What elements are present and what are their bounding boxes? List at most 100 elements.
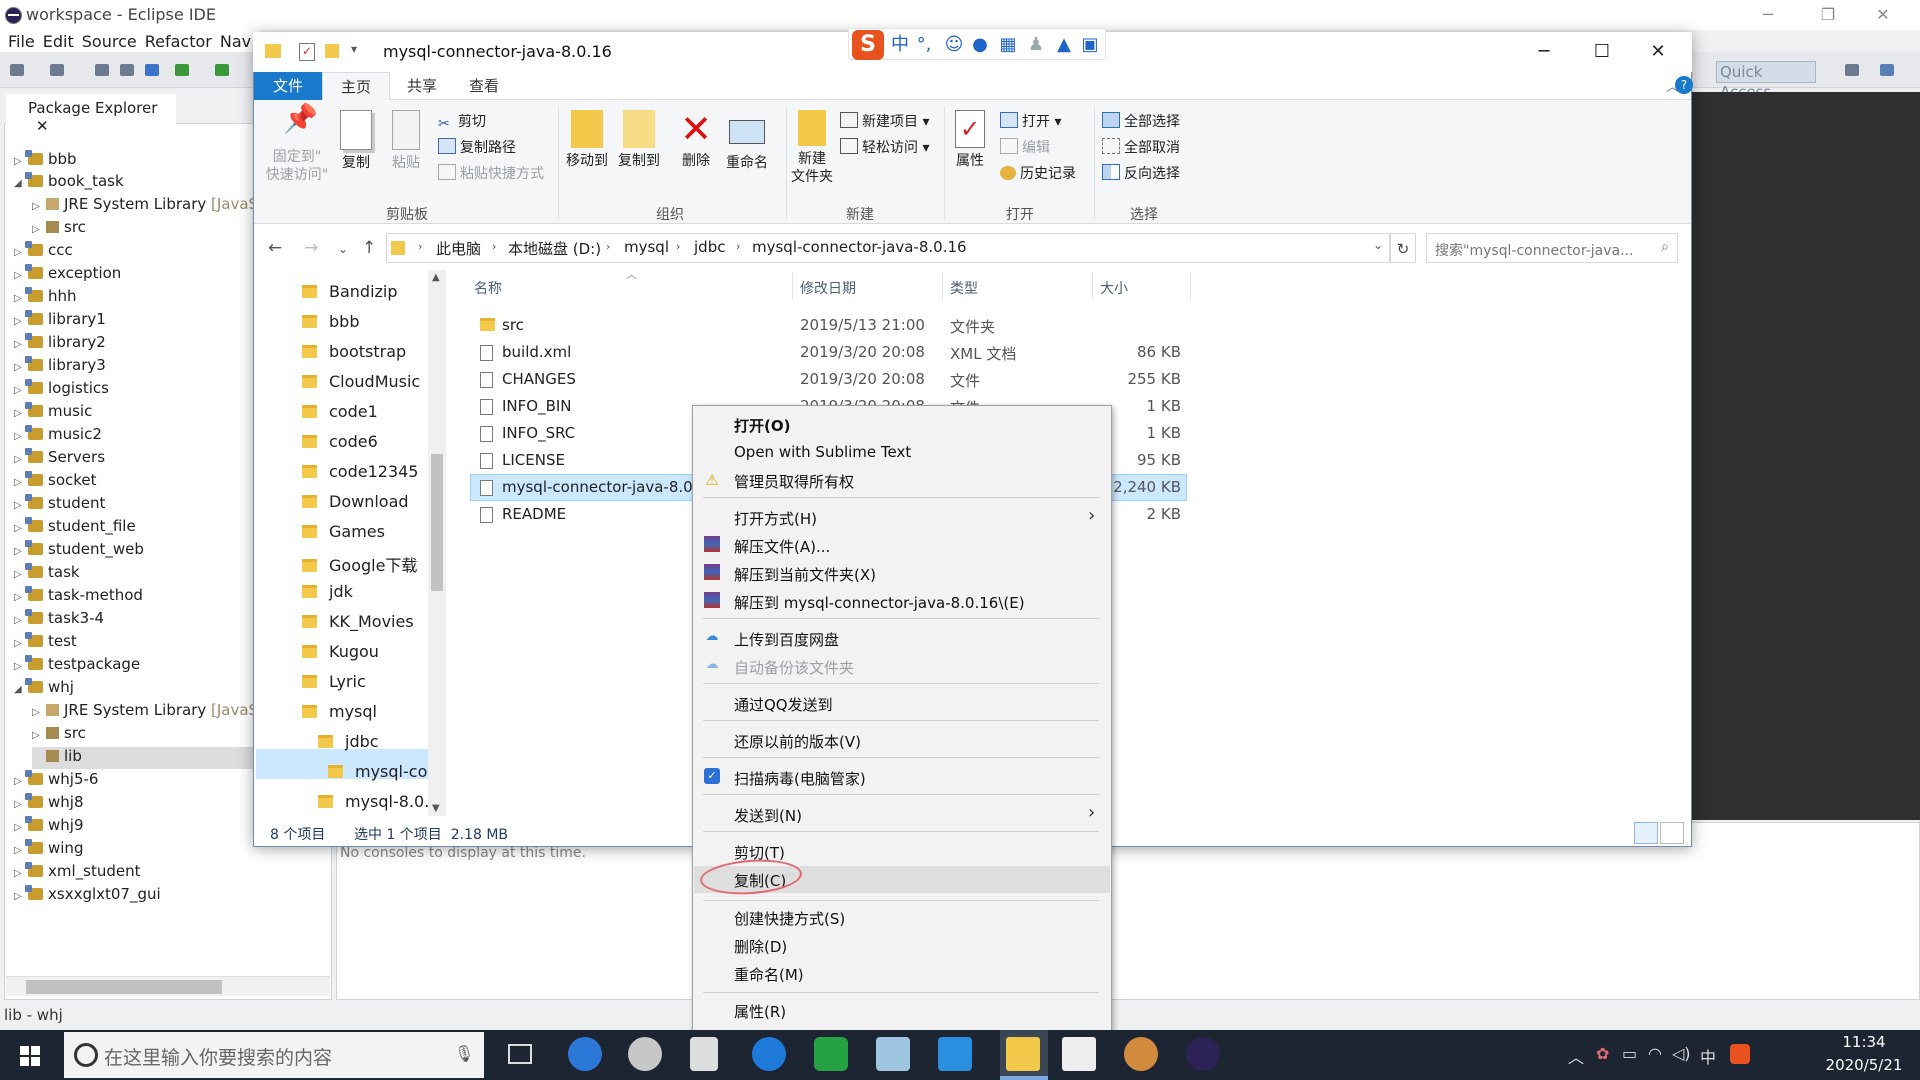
collapsed-chevron-icon[interactable]: ▷: [14, 546, 28, 557]
collapsed-chevron-icon[interactable]: ▷: [14, 845, 28, 856]
skin-icon[interactable]: ▲: [1054, 35, 1074, 55]
save-all-icon[interactable]: [95, 64, 109, 76]
quick-access-input[interactable]: Quick Access: [1716, 61, 1816, 101]
tab-file[interactable]: 文件: [254, 72, 322, 100]
paste-button[interactable]: 粘贴: [386, 110, 426, 172]
move-to-button[interactable]: 移动到: [562, 110, 612, 170]
debug-icon[interactable]: [145, 64, 159, 76]
collapsed-chevron-icon[interactable]: ▷: [14, 408, 28, 419]
collapsed-chevron-icon[interactable]: ▷: [14, 799, 28, 810]
nav-item-kugou[interactable]: Kugou: [302, 642, 428, 666]
column-header-date[interactable]: 修改日期: [800, 278, 856, 298]
java-perspective-icon[interactable]: [1880, 64, 1894, 76]
menu-item-create-shortcut[interactable]: 创建快捷方式(S): [734, 908, 845, 929]
tree-item-music[interactable]: ▷ music: [14, 402, 92, 424]
task-view-icon[interactable]: [508, 1044, 532, 1064]
collapsed-chevron-icon[interactable]: ▷: [32, 224, 46, 235]
breadcrumb-chevron-icon[interactable]: ›: [606, 240, 610, 253]
tree-item-whj9[interactable]: ▷ whj9: [14, 816, 84, 838]
tree-item-socket[interactable]: ▷ socket: [14, 471, 97, 493]
nav-item-mysql-conn[interactable]: mysql-conn: [328, 762, 428, 786]
user-icon[interactable]: ♟: [1026, 35, 1046, 55]
collapsed-chevron-icon[interactable]: ▷: [14, 247, 28, 258]
tree-item-servers[interactable]: ▷ Servers: [14, 448, 105, 470]
breadcrumb-current-folder[interactable]: mysql-connector-java-8.0.16: [752, 238, 967, 256]
expanded-chevron-icon[interactable]: ◢: [14, 684, 28, 695]
breadcrumb-jdbc[interactable]: jdbc: [694, 238, 725, 256]
keyboard-icon[interactable]: ▦: [998, 35, 1018, 55]
iqiyi-icon[interactable]: [814, 1037, 848, 1071]
collapsed-chevron-icon[interactable]: ▷: [14, 339, 28, 350]
menu-item-send-via-qq[interactable]: 通过QQ发送到: [734, 694, 833, 715]
copy-path-button[interactable]: 复制路径: [438, 137, 516, 157]
paste-shortcut-button[interactable]: 粘贴快捷方式: [438, 163, 544, 183]
emoji-icon[interactable]: ☺: [944, 35, 964, 55]
details-view-button[interactable]: [1634, 822, 1658, 844]
scrollbar-thumb[interactable]: [431, 454, 443, 591]
calculator-icon[interactable]: [690, 1037, 718, 1071]
tray-app-icon[interactable]: ✿: [1596, 1044, 1609, 1063]
tree-item-book-task[interactable]: ◢ book_task: [14, 172, 124, 194]
refresh-button[interactable]: ↻: [1390, 233, 1416, 263]
print-icon[interactable]: [120, 64, 134, 76]
nav-item-download[interactable]: Download: [302, 492, 428, 516]
package-explorer-tab[interactable]: Package Explorer ✕: [6, 94, 176, 135]
collapsed-chevron-icon[interactable]: ▷: [32, 707, 46, 718]
column-separator[interactable]: [792, 272, 793, 300]
up-arrow-icon[interactable]: ↑: [362, 238, 376, 258]
tree-item-jre-system-library[interactable]: ▷ JRE System Library [JavaS: [32, 195, 258, 217]
menu-item-upload-baidu[interactable]: 上传到百度网盘: [734, 629, 839, 650]
nav-item-bbb[interactable]: bbb: [302, 312, 428, 336]
open-button[interactable]: 打开 ▾: [1000, 111, 1061, 131]
menu-item-delete[interactable]: 删除(D): [734, 936, 787, 957]
collapsed-chevron-icon[interactable]: ▷: [32, 730, 46, 741]
perspective-icon[interactable]: [1845, 64, 1859, 76]
nav-item-google-[interactable]: Google下载: [302, 552, 428, 576]
breadcrumb-this-pc[interactable]: 此电脑: [436, 238, 481, 259]
collapsed-chevron-icon[interactable]: ▷: [14, 776, 28, 787]
easy-access-button[interactable]: 轻松访问 ▾: [840, 137, 929, 157]
menu-item-auto-backup[interactable]: 自动备份该文件夹: [734, 657, 854, 678]
copy-button[interactable]: 复制: [336, 110, 376, 172]
tree-item-ccc[interactable]: ▷ ccc: [14, 241, 73, 263]
help-icon[interactable]: ?: [1675, 76, 1693, 94]
clock-date[interactable]: 2020/5/21: [1818, 1056, 1910, 1074]
collapsed-chevron-icon[interactable]: ▷: [14, 156, 28, 167]
recent-locations-chevron-icon[interactable]: ⌄: [338, 242, 348, 256]
breadcrumb-chevron-icon[interactable]: ›: [418, 240, 422, 253]
rename-button[interactable]: 重命名: [722, 110, 772, 172]
tree-item-bbb[interactable]: ▷ bbb: [14, 150, 77, 172]
nav-item-bootstrap[interactable]: bootstrap: [302, 342, 428, 366]
tree-item-student-web[interactable]: ▷ student_web: [14, 540, 144, 562]
collapsed-chevron-icon[interactable]: ▷: [14, 592, 28, 603]
start-button[interactable]: [14, 1038, 50, 1072]
photos-icon[interactable]: [938, 1037, 972, 1071]
menu-item-scan-virus[interactable]: 扫描病毒(电脑管家): [734, 768, 866, 789]
tree-item-test[interactable]: ▷ test: [14, 632, 77, 654]
breadcrumb-chevron-icon[interactable]: ›: [676, 240, 680, 253]
delete-button[interactable]: ✕ 删除: [676, 110, 716, 170]
menu-item-open-with[interactable]: 打开方式(H): [734, 508, 817, 529]
sogou-tray-icon[interactable]: [1730, 1044, 1750, 1064]
sogou-ime-logo[interactable]: S: [852, 30, 884, 60]
tree-item-logistics[interactable]: ▷ logistics: [14, 379, 109, 401]
nav-item-jdk[interactable]: jdk: [302, 582, 428, 606]
collapsed-chevron-icon[interactable]: ▷: [14, 500, 28, 511]
nav-item-bandizip[interactable]: Bandizip: [302, 282, 428, 306]
menu-edit[interactable]: Edit: [43, 32, 74, 51]
new-item-button[interactable]: 新建项目 ▾: [840, 111, 929, 131]
tree-item-student[interactable]: ▷ student: [14, 494, 105, 516]
tree-item-wing[interactable]: ▷ wing: [14, 839, 83, 861]
explorer-close-button[interactable]: ✕: [1631, 36, 1685, 68]
tree-item-whj5-6[interactable]: ▷ whj5-6: [14, 770, 98, 792]
clock-time[interactable]: 11:34: [1824, 1033, 1904, 1051]
kugou-icon[interactable]: [752, 1037, 786, 1071]
address-dropdown-icon[interactable]: ⌄: [1373, 238, 1383, 252]
menu-source[interactable]: Source: [82, 32, 137, 51]
collapsed-chevron-icon[interactable]: ▷: [14, 822, 28, 833]
volume-icon[interactable]: ◁): [1672, 1044, 1691, 1063]
punctuation-icon[interactable]: °,: [914, 35, 934, 55]
tree-item-task3-4[interactable]: ▷ task3-4: [14, 609, 104, 631]
column-separator[interactable]: [1092, 272, 1093, 300]
tree-item-library3[interactable]: ▷ library3: [14, 356, 106, 378]
